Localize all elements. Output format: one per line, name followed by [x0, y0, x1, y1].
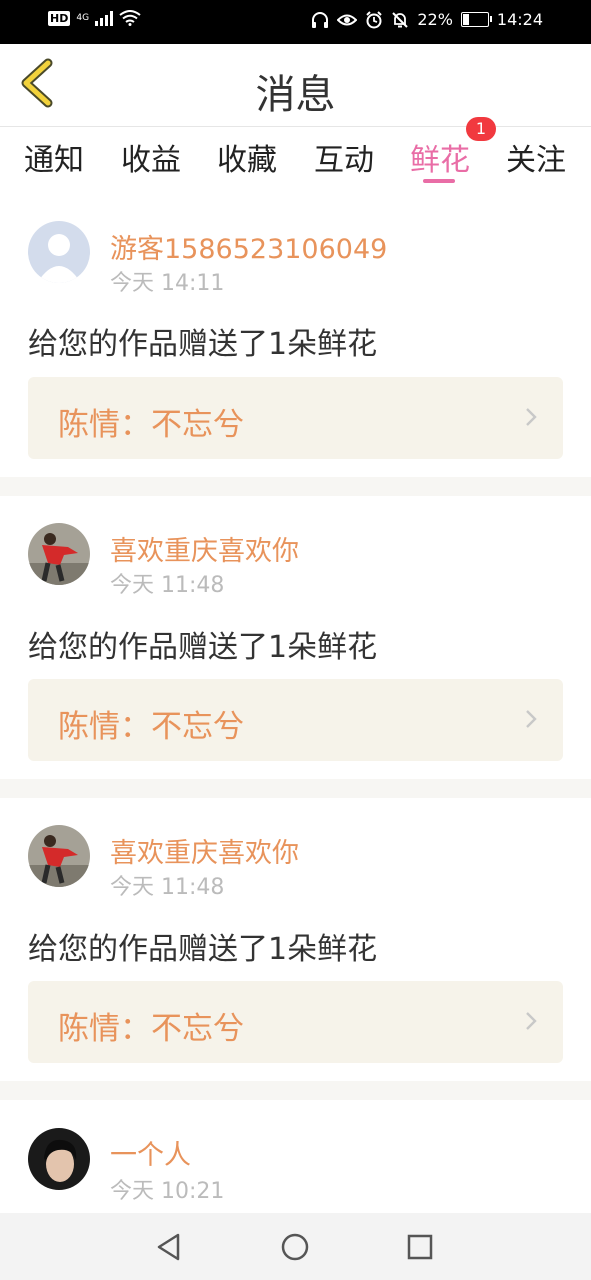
work-link[interactable]: 陈情：不忘兮 [28, 981, 563, 1063]
battery-icon [460, 12, 492, 27]
message-card: 喜欢重庆喜欢你 今天 11:48 给您的作品赠送了1朵鲜花 陈情：不忘兮 [0, 798, 591, 1081]
battery-fill [462, 14, 469, 25]
username[interactable]: 一个人 [110, 1133, 191, 1172]
tab-favorites[interactable]: 收藏 [207, 135, 287, 179]
tab-following[interactable]: 关注 [496, 135, 576, 179]
work-title: 陈情：不忘兮 [58, 1011, 244, 1047]
network-type: 4G [76, 13, 90, 23]
page-title: 消息 [255, 72, 336, 118]
avatar[interactable] [28, 221, 90, 283]
timestamp: 今天 11:48 [110, 573, 225, 598]
mute-bell-icon [392, 11, 409, 28]
user-photo-icon [28, 825, 90, 887]
chevron-right-icon [526, 408, 537, 426]
message-card: 游客1586523106049 今天 14:11 给您的作品赠送了1朵鲜花 陈情… [0, 197, 591, 477]
tab-flowers[interactable]: 鲜花 [400, 135, 480, 179]
timestamp: 今天 14:11 [110, 271, 225, 296]
message-card: 喜欢重庆喜欢你 今天 11:48 给您的作品赠送了1朵鲜花 陈情：不忘兮 [0, 496, 591, 779]
home-circle-icon[interactable] [277, 1229, 313, 1265]
timestamp: 今天 10:21 [110, 1179, 225, 1204]
recents-square-icon[interactable] [402, 1229, 438, 1265]
gift-message: 给您的作品赠送了1朵鲜花 [28, 932, 378, 967]
message-card: 一个人 今天 10:21 [0, 1100, 591, 1213]
tab-interactions[interactable]: 互动 [304, 135, 384, 179]
username[interactable]: 喜欢重庆喜欢你 [110, 831, 299, 870]
username[interactable]: 喜欢重庆喜欢你 [110, 529, 299, 568]
avatar[interactable] [28, 825, 90, 887]
tab-flowers-badge: 1 [466, 117, 496, 141]
header: 消息 [0, 44, 591, 127]
headphones-icon [312, 11, 329, 28]
avatar[interactable] [28, 1128, 90, 1190]
user-photo-icon [28, 523, 90, 585]
back-triangle-icon[interactable] [151, 1229, 187, 1265]
alarm-icon [366, 10, 383, 28]
gift-message: 给您的作品赠送了1朵鲜花 [28, 630, 378, 665]
default-avatar-icon [28, 221, 90, 283]
gift-message: 给您的作品赠送了1朵鲜花 [28, 327, 378, 362]
active-tab-indicator [423, 179, 455, 183]
avatar[interactable] [28, 523, 90, 585]
wifi-icon [119, 10, 141, 26]
battery-percent: 22% [417, 10, 453, 29]
work-title: 陈情：不忘兮 [58, 709, 244, 745]
user-photo-icon [28, 1128, 90, 1190]
eye-icon [337, 14, 358, 25]
hd-indicator: HD [48, 10, 71, 26]
tab-notifications[interactable]: 通知 [14, 135, 94, 179]
chevron-right-icon [526, 710, 537, 728]
signal-icon [95, 10, 114, 26]
status-bar: HD 4G 22% 14:24 [0, 0, 591, 44]
timestamp: 今天 11:48 [110, 875, 225, 900]
work-link[interactable]: 陈情：不忘兮 [28, 377, 563, 459]
clock: 14:24 [496, 10, 543, 29]
work-link[interactable]: 陈情：不忘兮 [28, 679, 563, 761]
username[interactable]: 游客1586523106049 [110, 227, 387, 266]
chevron-right-icon [526, 1012, 537, 1030]
work-title: 陈情：不忘兮 [58, 407, 244, 443]
tab-earnings[interactable]: 收益 [111, 135, 191, 179]
tab-bar: 通知 收益 收藏 互动 鲜花 关注 [0, 127, 591, 197]
system-navigation-bar [0, 1213, 591, 1280]
